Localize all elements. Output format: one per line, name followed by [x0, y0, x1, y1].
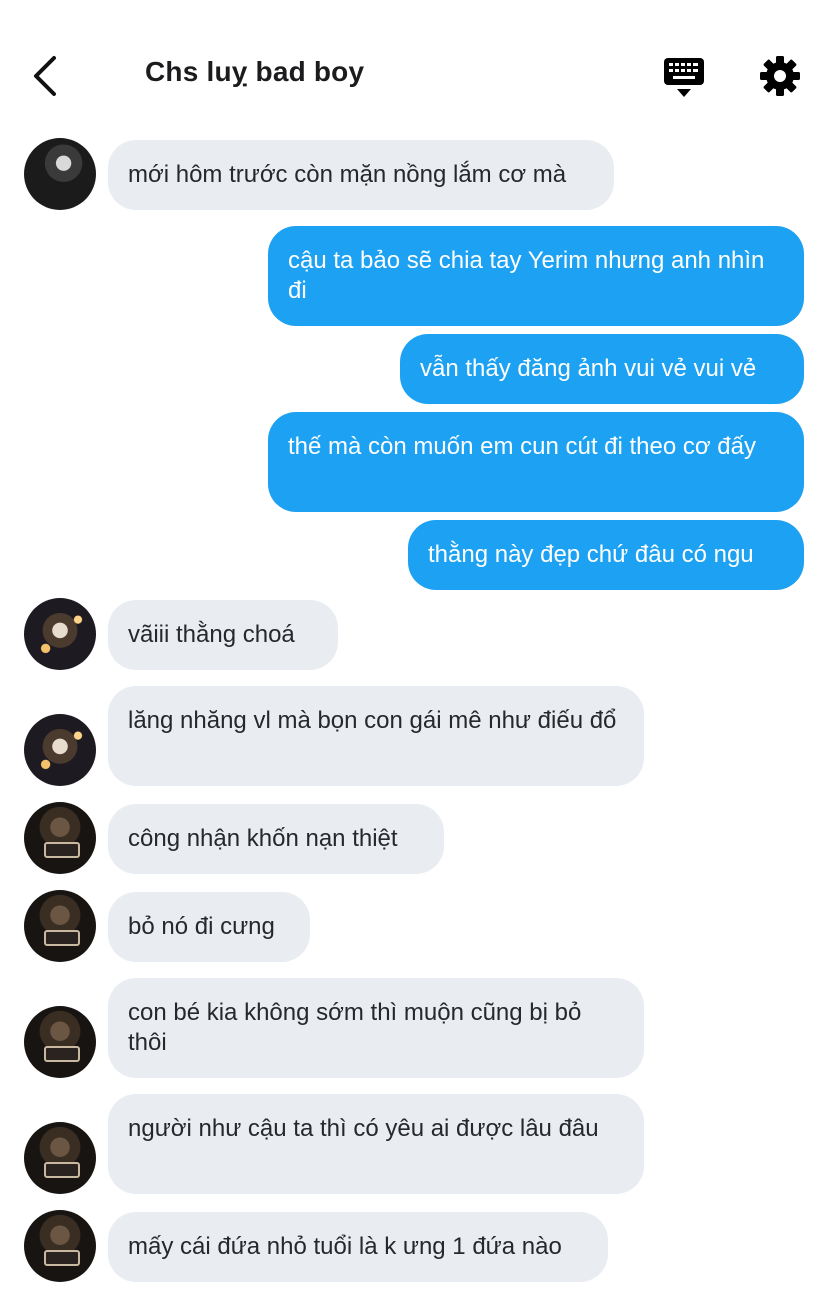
avatar[interactable]	[24, 1006, 96, 1078]
message-bubble-incoming[interactable]: vãiii thằng choá	[108, 600, 338, 670]
chevron-left-icon[interactable]	[28, 52, 68, 100]
avatar[interactable]	[24, 1122, 96, 1194]
message-bubble-incoming[interactable]: bỏ nó đi cưng	[108, 892, 310, 962]
message-bubble-incoming[interactable]: công nhận khốn nạn thiệt	[108, 804, 444, 874]
message-bubble-incoming[interactable]: người như cậu ta thì có yêu ai được lâu …	[108, 1094, 644, 1194]
message-text: vẫn thấy đăng ảnh vui vẻ vui vẻ	[420, 355, 757, 382]
message-text: người như cậu ta thì có yêu ai được lâu …	[128, 1115, 599, 1142]
message-text: thế mà còn muốn em cun cút đi theo cơ đấ…	[288, 433, 756, 460]
chat-title: Chs luỵ bad boy	[145, 56, 365, 87]
message-text: mới hôm trước còn mặn nồng lắm cơ mà	[128, 161, 567, 188]
message-text: lăng nhăng vl mà bọn con gái mê như điếu…	[128, 707, 617, 734]
message-text: bỏ nó đi cưng	[128, 913, 275, 940]
message-text: con bé kia không sớm thì muộn cũng bị bỏ…	[128, 999, 582, 1056]
chat-header: Chs luỵ bad boy	[0, 0, 828, 130]
message-text: vãiii thằng choá	[128, 621, 295, 648]
gear-icon[interactable]	[758, 54, 802, 98]
message-bubble-outgoing[interactable]: thằng này đẹp chứ đâu có ngu	[408, 520, 804, 590]
message-bubble-incoming[interactable]: con bé kia không sớm thì muộn cũng bị bỏ…	[108, 978, 644, 1078]
keyboard-icon[interactable]	[662, 56, 706, 100]
message-text: công nhận khốn nạn thiệt	[128, 825, 398, 852]
message-text: mấy cái đứa nhỏ tuổi là k ưng 1 đứa nào	[128, 1233, 562, 1260]
avatar[interactable]	[24, 714, 96, 786]
avatar[interactable]	[24, 890, 96, 962]
message-bubble-incoming[interactable]: lăng nhăng vl mà bọn con gái mê như điếu…	[108, 686, 644, 786]
message-bubble-outgoing[interactable]: cậu ta bảo sẽ chia tay Yerim nhưng anh n…	[268, 226, 804, 326]
message-text: cậu ta bảo sẽ chia tay Yerim nhưng anh n…	[288, 247, 765, 304]
message-bubble-incoming[interactable]: mới hôm trước còn mặn nồng lắm cơ mà	[108, 140, 614, 210]
avatar[interactable]	[24, 802, 96, 874]
message-bubble-incoming[interactable]: mấy cái đứa nhỏ tuổi là k ưng 1 đứa nào	[108, 1212, 608, 1282]
message-bubble-outgoing[interactable]: thế mà còn muốn em cun cút đi theo cơ đấ…	[268, 412, 804, 512]
avatar[interactable]	[24, 138, 96, 210]
message-text: thằng này đẹp chứ đâu có ngu	[428, 541, 754, 568]
avatar[interactable]	[24, 1210, 96, 1282]
message-bubble-outgoing[interactable]: vẫn thấy đăng ảnh vui vẻ vui vẻ	[400, 334, 804, 404]
avatar[interactable]	[24, 598, 96, 670]
